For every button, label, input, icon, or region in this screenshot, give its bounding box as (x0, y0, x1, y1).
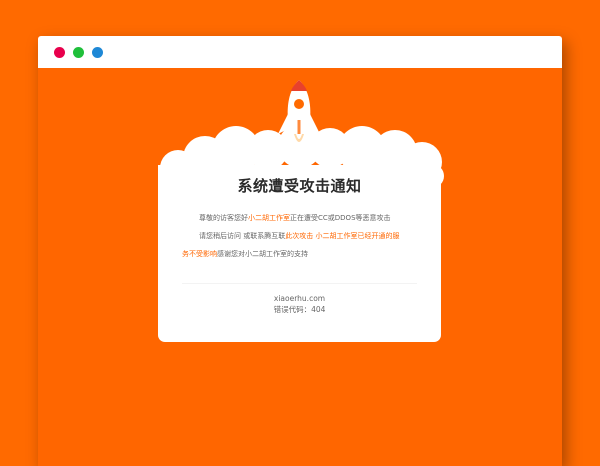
window-titlebar (38, 36, 562, 68)
notice-line3-post: 感谢您对小二胡工作室的支持 (217, 250, 308, 258)
footer-error: 错误代码：404 (158, 304, 441, 315)
notice-message-line-3: 务不受影响感谢您对小二胡工作室的支持 (182, 248, 422, 260)
notice-title: 系统遭受攻击通知 (237, 177, 362, 195)
notice-footer: xiaoerhu.com 错误代码：404 (158, 293, 441, 315)
footer-domain: xiaoerhu.com (273, 294, 326, 303)
close-window-dot[interactable] (54, 47, 65, 58)
rocket-icon (278, 80, 320, 142)
notice-line3-highlight[interactable]: 务不受影响 (182, 250, 217, 258)
card-divider (182, 283, 417, 284)
maximize-window-dot[interactable] (92, 47, 103, 58)
notice-message-line-2: 请您稍后访问 或联系腾互联此次攻击 小二胡工作室已经开通的服 (199, 230, 435, 242)
notice-line2-highlight[interactable]: 此次攻击 小二胡工作室已经开通的服 (285, 232, 399, 240)
studio-link[interactable]: 小二胡工作室 (248, 214, 290, 222)
notice-line1-post: 正在遭受CC或DDOS等恶意攻击 (290, 214, 391, 222)
notice-line2-pre: 请您稍后访问 或联系腾互联 (199, 232, 286, 240)
minimize-window-dot[interactable] (73, 47, 84, 58)
error-code-label: 错误代码： (273, 305, 312, 314)
attack-notice-card: 系统遭受攻击通知 尊敬的访客您好小二胡工作室正在遭受CC或DDOS等恶意攻击 请… (158, 165, 441, 342)
notice-line1-pre: 尊敬的访客您好 (199, 214, 248, 222)
notice-message-line-1: 尊敬的访客您好小二胡工作室正在遭受CC或DDOS等恶意攻击 (199, 212, 439, 224)
error-code-value: 404 (311, 305, 326, 314)
